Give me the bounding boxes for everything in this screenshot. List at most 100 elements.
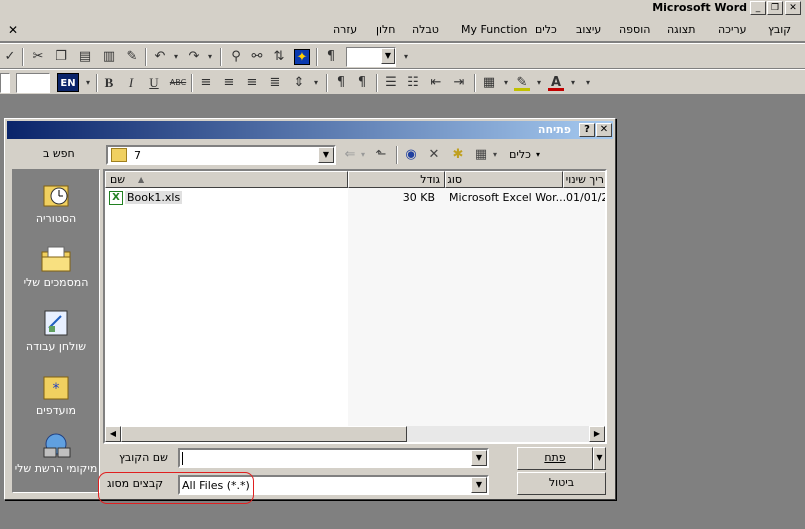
menu-tools[interactable]: כלים	[535, 23, 557, 36]
place-my-documents[interactable]: המסמכים שלי	[13, 240, 99, 302]
back-icon[interactable]: ⇐	[341, 145, 359, 165]
language-badge[interactable]: EN	[57, 73, 79, 92]
menu-format[interactable]: עיצוב	[576, 23, 601, 36]
menu-table[interactable]: טבלה	[412, 23, 439, 36]
place-desktop[interactable]: שולחן עבודה	[13, 304, 99, 366]
highlight-icon[interactable]: ✎	[514, 75, 530, 91]
format-painter-icon[interactable]: ✎	[124, 49, 140, 65]
horizontal-scrollbar[interactable]: ◀ ▶	[105, 426, 605, 442]
chevron-down-icon[interactable]: ▼	[318, 147, 334, 163]
search-web-icon[interactable]: ◉	[401, 145, 421, 165]
redo-dropdown-icon[interactable]: ▾	[202, 49, 218, 65]
views-dropdown-icon[interactable]: ▾	[490, 145, 500, 165]
help-button[interactable]: ?	[579, 123, 595, 137]
underline-icon[interactable]: U	[146, 75, 162, 91]
cut-icon[interactable]: ✂	[30, 49, 46, 65]
place-history[interactable]: הסטוריה	[13, 176, 99, 238]
highlight-dropdown-icon[interactable]: ▾	[531, 75, 547, 91]
copy-icon[interactable]: ❐	[53, 49, 69, 65]
toolbar-options-icon[interactable]: ▾	[580, 75, 596, 91]
show-hide-paragraph-icon[interactable]: ¶	[323, 49, 339, 65]
language-dropdown-icon[interactable]: ▾	[80, 75, 96, 91]
borders-dropdown-icon[interactable]: ▾	[498, 75, 514, 91]
filename-input[interactable]: ▼	[178, 448, 489, 468]
my-documents-icon	[41, 246, 71, 272]
back-dropdown-icon[interactable]: ▾	[358, 145, 368, 165]
column-header-modified[interactable]: ריך שינוי	[563, 171, 605, 188]
chevron-down-icon[interactable]: ▼	[381, 48, 395, 64]
menu-view[interactable]: תצוגה	[667, 23, 695, 36]
rtl-paragraph-icon[interactable]: ¶	[354, 75, 370, 91]
menu-help[interactable]: עזרה	[333, 23, 357, 36]
views-icon[interactable]: ▦	[472, 145, 490, 165]
align-right-icon[interactable]: ≡	[198, 75, 214, 91]
close-document-icon[interactable]: ✕	[8, 23, 18, 37]
align-left-icon[interactable]: ≡	[244, 75, 260, 91]
open-options-dropdown-icon[interactable]: ▼	[593, 447, 606, 470]
borders-icon[interactable]: ▦	[481, 75, 497, 91]
ltr-paragraph-icon[interactable]: ¶	[333, 75, 349, 91]
up-folder-icon[interactable]: ⬑	[371, 145, 391, 165]
filetype-highlight-annotation	[98, 472, 254, 504]
find-icon[interactable]: ⚲	[228, 49, 244, 65]
tools-dropdown-icon[interactable]: ▾	[534, 145, 542, 165]
chevron-down-icon[interactable]: ▼	[471, 477, 487, 493]
sort-icon[interactable]: ⇅	[271, 49, 287, 65]
font-combo[interactable]	[0, 73, 10, 93]
line-spacing-icon[interactable]: ⇕	[291, 75, 307, 91]
menu-window[interactable]: חלון	[376, 23, 395, 36]
chevron-down-icon[interactable]: ▼	[471, 450, 487, 466]
scroll-right-icon[interactable]: ▶	[589, 426, 605, 442]
numbering-icon[interactable]: ☰	[383, 75, 399, 91]
justify-icon[interactable]: ≣	[267, 75, 283, 91]
minimize-button[interactable]: _	[750, 1, 766, 15]
decrease-indent-icon[interactable]: ⇤	[428, 75, 444, 91]
place-network[interactable]: מיקומי הרשת שלי	[13, 430, 99, 492]
dialog-close-button[interactable]: ✕	[596, 123, 612, 137]
bullets-icon[interactable]: ☷	[405, 75, 421, 91]
file-list[interactable]: ▲ שם גודל סוג ריך שינוי X Book1.xls 30 K…	[103, 169, 607, 444]
align-center-icon[interactable]: ≡	[221, 75, 237, 91]
new-folder-icon[interactable]: ✱	[448, 145, 468, 165]
font-color-dropdown-icon[interactable]: ▾	[565, 75, 581, 91]
paste-icon[interactable]: ▤	[77, 49, 93, 65]
font-color-icon[interactable]: A	[548, 75, 564, 91]
menu-edit[interactable]: עריכה	[718, 23, 747, 36]
close-button[interactable]: ✕	[785, 1, 801, 15]
list-item[interactable]: X Book1.xls 30 KB Microsoft Excel Wor...…	[105, 190, 605, 208]
delete-icon[interactable]: ✕	[425, 145, 443, 165]
menu-file[interactable]: קובץ	[768, 23, 791, 36]
redo-icon[interactable]: ↷	[186, 49, 202, 65]
file-size: 30 KB	[402, 191, 435, 204]
spellcheck-icon[interactable]: ✓	[2, 49, 18, 65]
line-spacing-dropdown-icon[interactable]: ▾	[308, 75, 324, 91]
scroll-left-icon[interactable]: ◀	[105, 426, 121, 442]
look-in-combo[interactable]: 7 ▼	[106, 145, 336, 165]
menu-insert[interactable]: הוספה	[619, 23, 650, 36]
place-favorites[interactable]: * מועדפים	[13, 368, 99, 430]
toolbar-separator	[376, 74, 378, 92]
menu-my-function[interactable]: My Function	[461, 23, 527, 36]
cancel-button[interactable]: ביטול	[517, 472, 606, 495]
italic-icon[interactable]: I	[123, 75, 139, 91]
scrollbar-thumb[interactable]	[121, 426, 407, 442]
toolbar-options-icon[interactable]: ▾	[398, 49, 414, 65]
restore-button[interactable]: ❐	[767, 1, 783, 15]
font-size-combo[interactable]	[16, 73, 50, 93]
history-icon	[43, 185, 69, 207]
bold-icon[interactable]: B	[101, 75, 117, 91]
undo-icon[interactable]: ↶	[152, 49, 168, 65]
open-button[interactable]: פתח	[517, 447, 593, 470]
column-header-size[interactable]: גודל	[348, 171, 445, 188]
increase-indent-icon[interactable]: ⇥	[451, 75, 467, 91]
column-header-type[interactable]: סוג	[445, 171, 563, 188]
tools-menu-button[interactable]: כלים	[504, 145, 536, 165]
replace-icon[interactable]: ⚯	[249, 49, 265, 65]
undo-dropdown-icon[interactable]: ▾	[168, 49, 184, 65]
macro-icon[interactable]: ✦	[294, 49, 310, 65]
column-header-name[interactable]: ▲ שם	[105, 171, 348, 188]
strikethrough-icon[interactable]: ABC	[169, 75, 187, 91]
word-title-bar: Microsoft Word _ ❐ ✕	[0, 0, 805, 18]
zoom-combo[interactable]: ▼	[346, 47, 396, 67]
paste-special-icon[interactable]: ▥	[101, 49, 117, 65]
